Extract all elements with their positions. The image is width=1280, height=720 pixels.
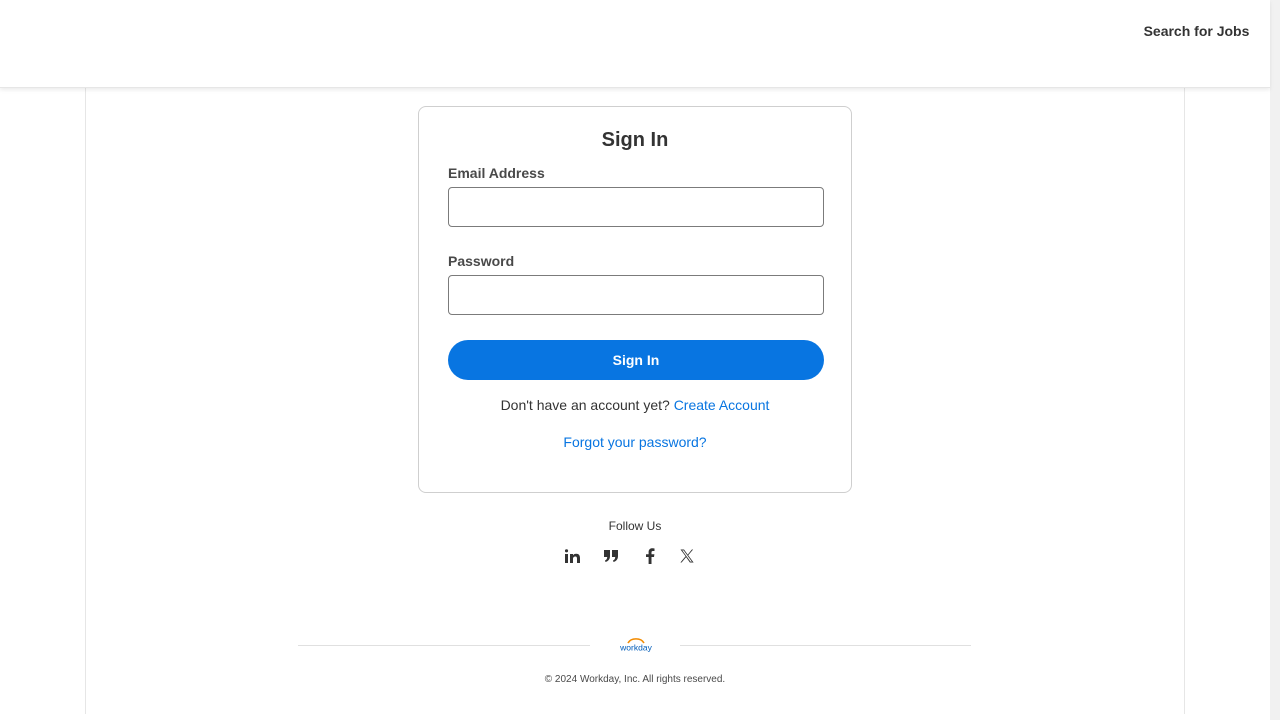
signin-title: Sign In [601,129,669,151]
email-label: Email Address [448,165,545,181]
facebook-icon[interactable] [640,546,660,566]
search-for-jobs-button[interactable]: Search for Jobs [1142,19,1251,43]
linkedin-icon[interactable] [563,546,583,566]
create-account-link[interactable]: Create Account [674,397,770,413]
password-label: Password [448,253,515,269]
password-field[interactable] [448,275,824,315]
follow-us-title: Follow Us [608,519,662,533]
page-header: Search for Jobs [0,0,1270,88]
forgot-password-row: Forgot your password? [419,434,851,450]
x-twitter-icon[interactable] [677,546,697,566]
forgot-password-link[interactable]: Forgot your password? [563,434,706,450]
create-account-row: Don't have an account yet? Create Accoun… [419,397,851,413]
no-account-text: Don't have an account yet? [500,397,670,413]
email-field[interactable] [448,187,824,227]
sign-in-button[interactable]: Sign In [448,340,824,380]
footer-divider-right [680,645,971,646]
signin-card: Sign In Email Address Password Sign In D… [418,106,852,493]
workday-logo: workday [614,636,658,654]
blog-icon[interactable] [601,546,621,566]
copyright-text: © 2024 Workday, Inc. All rights reserved… [544,674,726,685]
workday-logo-text: workday [619,643,652,653]
footer-divider-left [298,645,590,646]
page-scrollbar[interactable] [1270,0,1280,720]
